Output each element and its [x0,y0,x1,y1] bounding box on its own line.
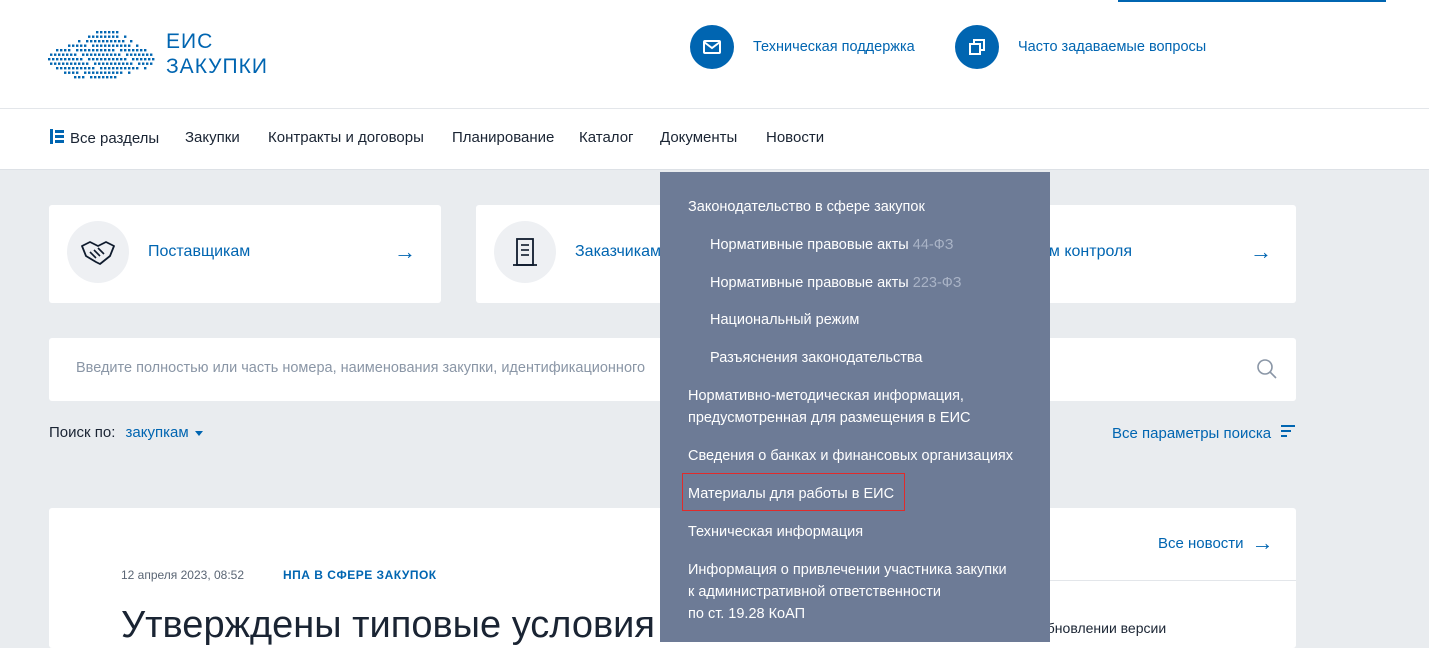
faq-link[interactable]: Часто задаваемые вопросы [955,25,1206,69]
search-icon[interactable] [1256,358,1278,385]
arrow-right-icon: → [394,239,416,264]
dd-npa-223[interactable]: Нормативные правовые акты 223-ФЗ [710,272,962,294]
nav-documents[interactable]: Документы [660,129,737,146]
search-by-select[interactable]: закупкам [126,424,189,441]
dd-admin-responsibility[interactable]: Информация о привлечении участника закуп… [688,559,1007,625]
arrow-right-icon: → [1250,239,1272,264]
nav-catalog[interactable]: Каталог [579,129,634,146]
dd-banks[interactable]: Сведения о банках и финансовых организац… [688,445,1013,467]
dd-tech-info[interactable]: Техническая информация [688,521,863,543]
nav-purchases[interactable]: Закупки [185,129,240,146]
dd-national-regime[interactable]: Национальный режим [710,309,859,331]
card-suppliers[interactable]: Поставщикам → [49,205,441,303]
dd-legislation[interactable]: Законодательство в сфере закупок [688,196,925,218]
logo-line-2: ЗАКУПКИ [166,55,268,78]
news-headline[interactable]: Утверждены типовые условия [121,604,655,647]
support-label: Техническая поддержка [753,39,915,55]
nav-all-sections[interactable]: Все разделы [50,129,159,148]
card-customers-label: Заказчикам [575,243,661,260]
nav-contracts[interactable]: Контракты и договоры [268,129,424,146]
top-accent-bar [1118,0,1386,2]
card-control-label: ам контроля [1040,243,1133,260]
dd-explanations[interactable]: Разъяснения законодательства [710,347,922,369]
logo-line-1: ЕИС [166,30,214,53]
main-nav: Все разделы Закупки Контракты и договоры… [0,109,1429,170]
documents-dropdown: Законодательство в сфере закупок Нормати… [660,172,1050,642]
site-header: ЕИС ЗАКУПКИ Техническая поддержка Часто … [0,3,1429,109]
support-link[interactable]: Техническая поддержка [690,25,915,69]
side-news-title[interactable]: обновлении версии [1039,620,1166,636]
caret-down-icon[interactable] [194,430,203,436]
all-news-link[interactable]: Все новости → [1158,530,1274,555]
news-date: 12 апреля 2023, 08:52 [121,568,245,582]
card-suppliers-label: Поставщикам [148,243,251,260]
nav-news[interactable]: Новости [766,129,824,146]
faq-label: Часто задаваемые вопросы [1018,39,1207,55]
dd-methodical-info[interactable]: Нормативно-методическая информация, преду… [688,385,970,429]
all-search-params-link[interactable]: Все параметры поиска [1112,424,1296,442]
sections-icon [50,129,64,148]
building-icon [494,221,556,283]
mail-icon [690,25,734,69]
all-params-label: Все параметры поиска [1112,424,1272,442]
nav-all-sections-label: Все разделы [70,130,160,147]
all-news-label: Все новости [1158,534,1244,552]
filter-icon [1281,424,1296,442]
card-customers[interactable]: Заказчикам [476,205,676,303]
handshake-icon [67,221,129,283]
eis-logo[interactable]: ЕИС ЗАКУПКИ [48,27,288,87]
copy-icon [955,25,999,69]
news-tag[interactable]: НПА в сфере закупок [283,568,437,582]
russia-map-icon [48,31,155,79]
news-divider [1035,580,1296,581]
dd-npa-44[interactable]: Нормативные правовые акты 44-ФЗ [710,234,954,256]
dd-eis-materials[interactable]: Материалы для работы в ЕИС [688,483,894,505]
search-by: Поиск по: закупкам [49,424,203,441]
arrow-right-icon: → [1251,530,1274,555]
nav-planning[interactable]: Планирование [452,129,554,146]
search-placeholder[interactable]: Введите полностью или часть номера, наим… [76,360,645,376]
search-by-label: Поиск по: [49,424,116,441]
